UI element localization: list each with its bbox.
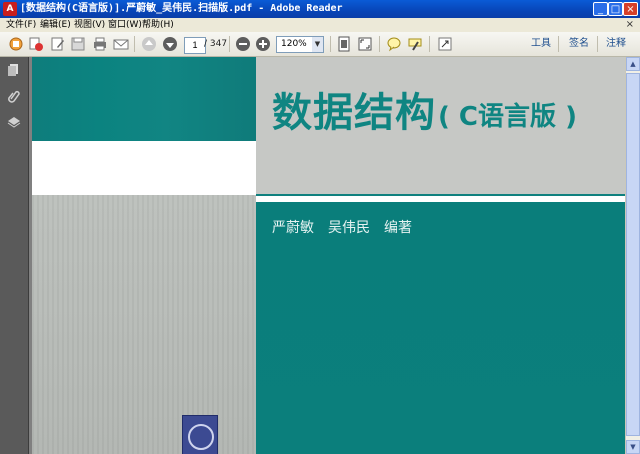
edit-document-icon[interactable] bbox=[50, 36, 66, 52]
book-subtitle: ( C语言版 ) bbox=[438, 102, 577, 132]
toolbar-separator bbox=[330, 36, 331, 52]
sticky-note-icon[interactable] bbox=[386, 36, 402, 52]
page-thumbnails-icon[interactable] bbox=[7, 63, 21, 77]
highlight-text-icon[interactable] bbox=[407, 36, 423, 52]
pdf-page: 数据结构 ( C语言版 ) 严蔚敏 吴伟民 编著 bbox=[32, 57, 625, 454]
fit-page-icon[interactable] bbox=[336, 36, 352, 52]
menu-view[interactable]: 视图(V) bbox=[74, 18, 105, 32]
menu-edit[interactable]: 编辑(E) bbox=[40, 18, 71, 32]
full-screen-icon[interactable] bbox=[357, 36, 373, 52]
zoom-value: 120% bbox=[281, 39, 307, 49]
window-title: [数据结构(C语言版)].严蔚敏_吴伟民.扫描版.pdf - Adobe Rea… bbox=[20, 3, 343, 14]
cover-teal-right bbox=[256, 202, 625, 454]
maximize-button[interactable]: □ bbox=[608, 2, 623, 16]
zoom-select[interactable]: 120% ▼ bbox=[276, 36, 324, 53]
close-button[interactable]: × bbox=[623, 2, 638, 16]
print-icon[interactable] bbox=[92, 36, 108, 52]
expand-icon[interactable] bbox=[437, 36, 453, 52]
next-page-icon[interactable] bbox=[162, 36, 178, 52]
cover-grey-block bbox=[32, 195, 256, 454]
combine-files-icon[interactable] bbox=[28, 36, 44, 52]
toolbar-separator bbox=[429, 36, 430, 52]
layers-icon[interactable] bbox=[7, 115, 21, 129]
minimize-button[interactable]: _ bbox=[593, 2, 608, 16]
page-total-label: / 347 bbox=[204, 39, 228, 49]
vertical-scrollbar[interactable]: ▲ ▼ bbox=[625, 57, 640, 454]
window-titlebar[interactable]: A [数据结构(C语言版)].严蔚敏_吴伟民.扫描版.pdf - Adobe R… bbox=[0, 0, 640, 18]
menu-bar: 文件(F) 编辑(E) 视图(V) 窗口(W) 帮助(H) × bbox=[0, 18, 640, 33]
document-close-icon[interactable]: × bbox=[626, 18, 634, 32]
scroll-down-icon[interactable]: ▼ bbox=[626, 440, 640, 454]
tools-pane-button[interactable]: 工具 bbox=[531, 36, 551, 52]
toolbar-separator bbox=[134, 36, 135, 52]
page-number-input[interactable] bbox=[184, 37, 206, 54]
zoom-out-icon[interactable] bbox=[235, 36, 251, 52]
navigation-pane bbox=[0, 57, 29, 454]
menu-help[interactable]: 帮助(H) bbox=[142, 18, 174, 32]
sign-pane-button[interactable]: 签名 bbox=[569, 36, 589, 52]
menu-window[interactable]: 窗口(W) bbox=[108, 18, 142, 32]
scrollbar-thumb[interactable] bbox=[626, 73, 640, 436]
toolbar: / 347 120% ▼ 工具 签名 注释 bbox=[0, 32, 640, 57]
comment-pane-button[interactable]: 注释 bbox=[606, 36, 626, 52]
previous-page-icon[interactable] bbox=[141, 36, 157, 52]
toolbar-separator bbox=[597, 36, 598, 52]
toolbar-separator bbox=[229, 36, 230, 52]
save-icon[interactable] bbox=[70, 36, 86, 52]
attachments-icon[interactable] bbox=[7, 89, 21, 103]
chevron-down-icon[interactable]: ▼ bbox=[312, 37, 323, 52]
email-icon[interactable] bbox=[113, 36, 129, 52]
book-authors: 严蔚敏 吴伟民 编著 bbox=[272, 220, 412, 236]
library-stamp-icon bbox=[182, 415, 218, 454]
scroll-up-icon[interactable]: ▲ bbox=[626, 57, 640, 71]
toolbar-separator bbox=[558, 36, 559, 52]
menu-file[interactable]: 文件(F) bbox=[6, 18, 36, 32]
create-pdf-icon[interactable] bbox=[8, 36, 24, 52]
zoom-in-icon[interactable] bbox=[255, 36, 271, 52]
book-title: 数据结构 bbox=[272, 90, 436, 136]
toolbar-separator bbox=[379, 36, 380, 52]
document-view[interactable]: 数据结构 ( C语言版 ) 严蔚敏 吴伟民 编著 bbox=[29, 57, 625, 454]
cover-white-band bbox=[32, 141, 256, 195]
adobe-reader-icon: A bbox=[3, 2, 17, 16]
